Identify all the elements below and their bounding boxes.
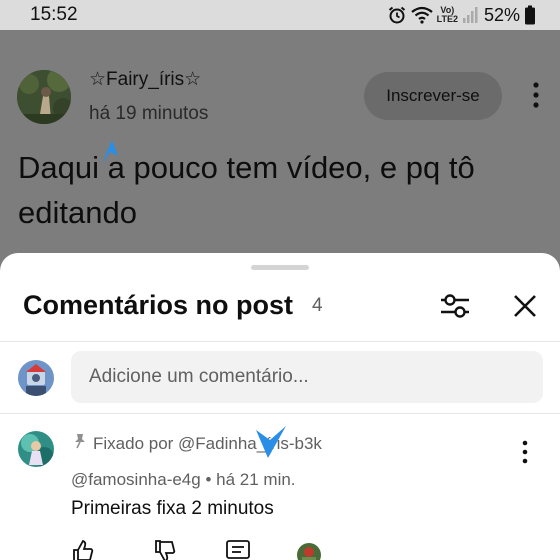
close-icon[interactable]: [510, 289, 540, 323]
sheet-title: Comentários no post: [23, 290, 294, 320]
touch-cursor-icon: [98, 136, 128, 171]
pin-icon: [73, 433, 87, 454]
comment-input[interactable]: [71, 351, 543, 403]
network-type-label: Vo) LTE2: [437, 6, 458, 24]
reply-icon[interactable]: [225, 539, 251, 560]
dislike-icon[interactable]: [153, 539, 177, 560]
touch-cursor-icon: [254, 424, 288, 465]
signal-icon: [462, 6, 478, 24]
status-icons: Vo) LTE2 52%: [387, 4, 536, 26]
comment-more-icon[interactable]: [516, 438, 534, 466]
divider: [0, 413, 560, 414]
post-timestamp: há 19 minutos: [89, 103, 209, 124]
user-avatar[interactable]: [18, 360, 54, 396]
drag-handle[interactable]: [251, 265, 309, 270]
divider: [0, 341, 560, 342]
author-avatar[interactable]: [17, 70, 71, 124]
network-label-bottom: LTE2: [436, 14, 458, 24]
comment-count: 4: [312, 295, 323, 316]
battery-icon: [524, 5, 536, 25]
commenter-avatar[interactable]: [18, 431, 54, 467]
subscribe-button[interactable]: Inscrever-se: [364, 72, 502, 120]
post-card: ☆Fairy_íris☆ há 19 minutos Inscrever-se …: [0, 30, 560, 270]
status-time: 15:52: [30, 4, 78, 25]
comment-meta: @famosinha-e4g • há 21 min.: [71, 470, 296, 490]
comment-author[interactable]: @famosinha-e4g: [71, 470, 201, 489]
post-author-name[interactable]: ☆Fairy_íris☆: [89, 68, 201, 91]
meta-separator: •: [205, 470, 212, 489]
wifi-icon: [410, 6, 433, 24]
filter-icon[interactable]: [436, 289, 474, 323]
post-more-icon[interactable]: [526, 80, 546, 110]
battery-percent: 52%: [483, 4, 520, 25]
status-bar: 15:52 Vo) LTE2 52%: [0, 0, 560, 30]
creator-avatar: [297, 543, 321, 560]
comment-text: Primeiras fixa 2 minutos: [71, 498, 274, 519]
alarm-icon: [387, 5, 407, 25]
like-icon[interactable]: [71, 539, 95, 560]
comments-sheet: Comentários no post 4 Fixado por @: [0, 253, 560, 560]
comment-time: há 21 min.: [216, 470, 296, 489]
